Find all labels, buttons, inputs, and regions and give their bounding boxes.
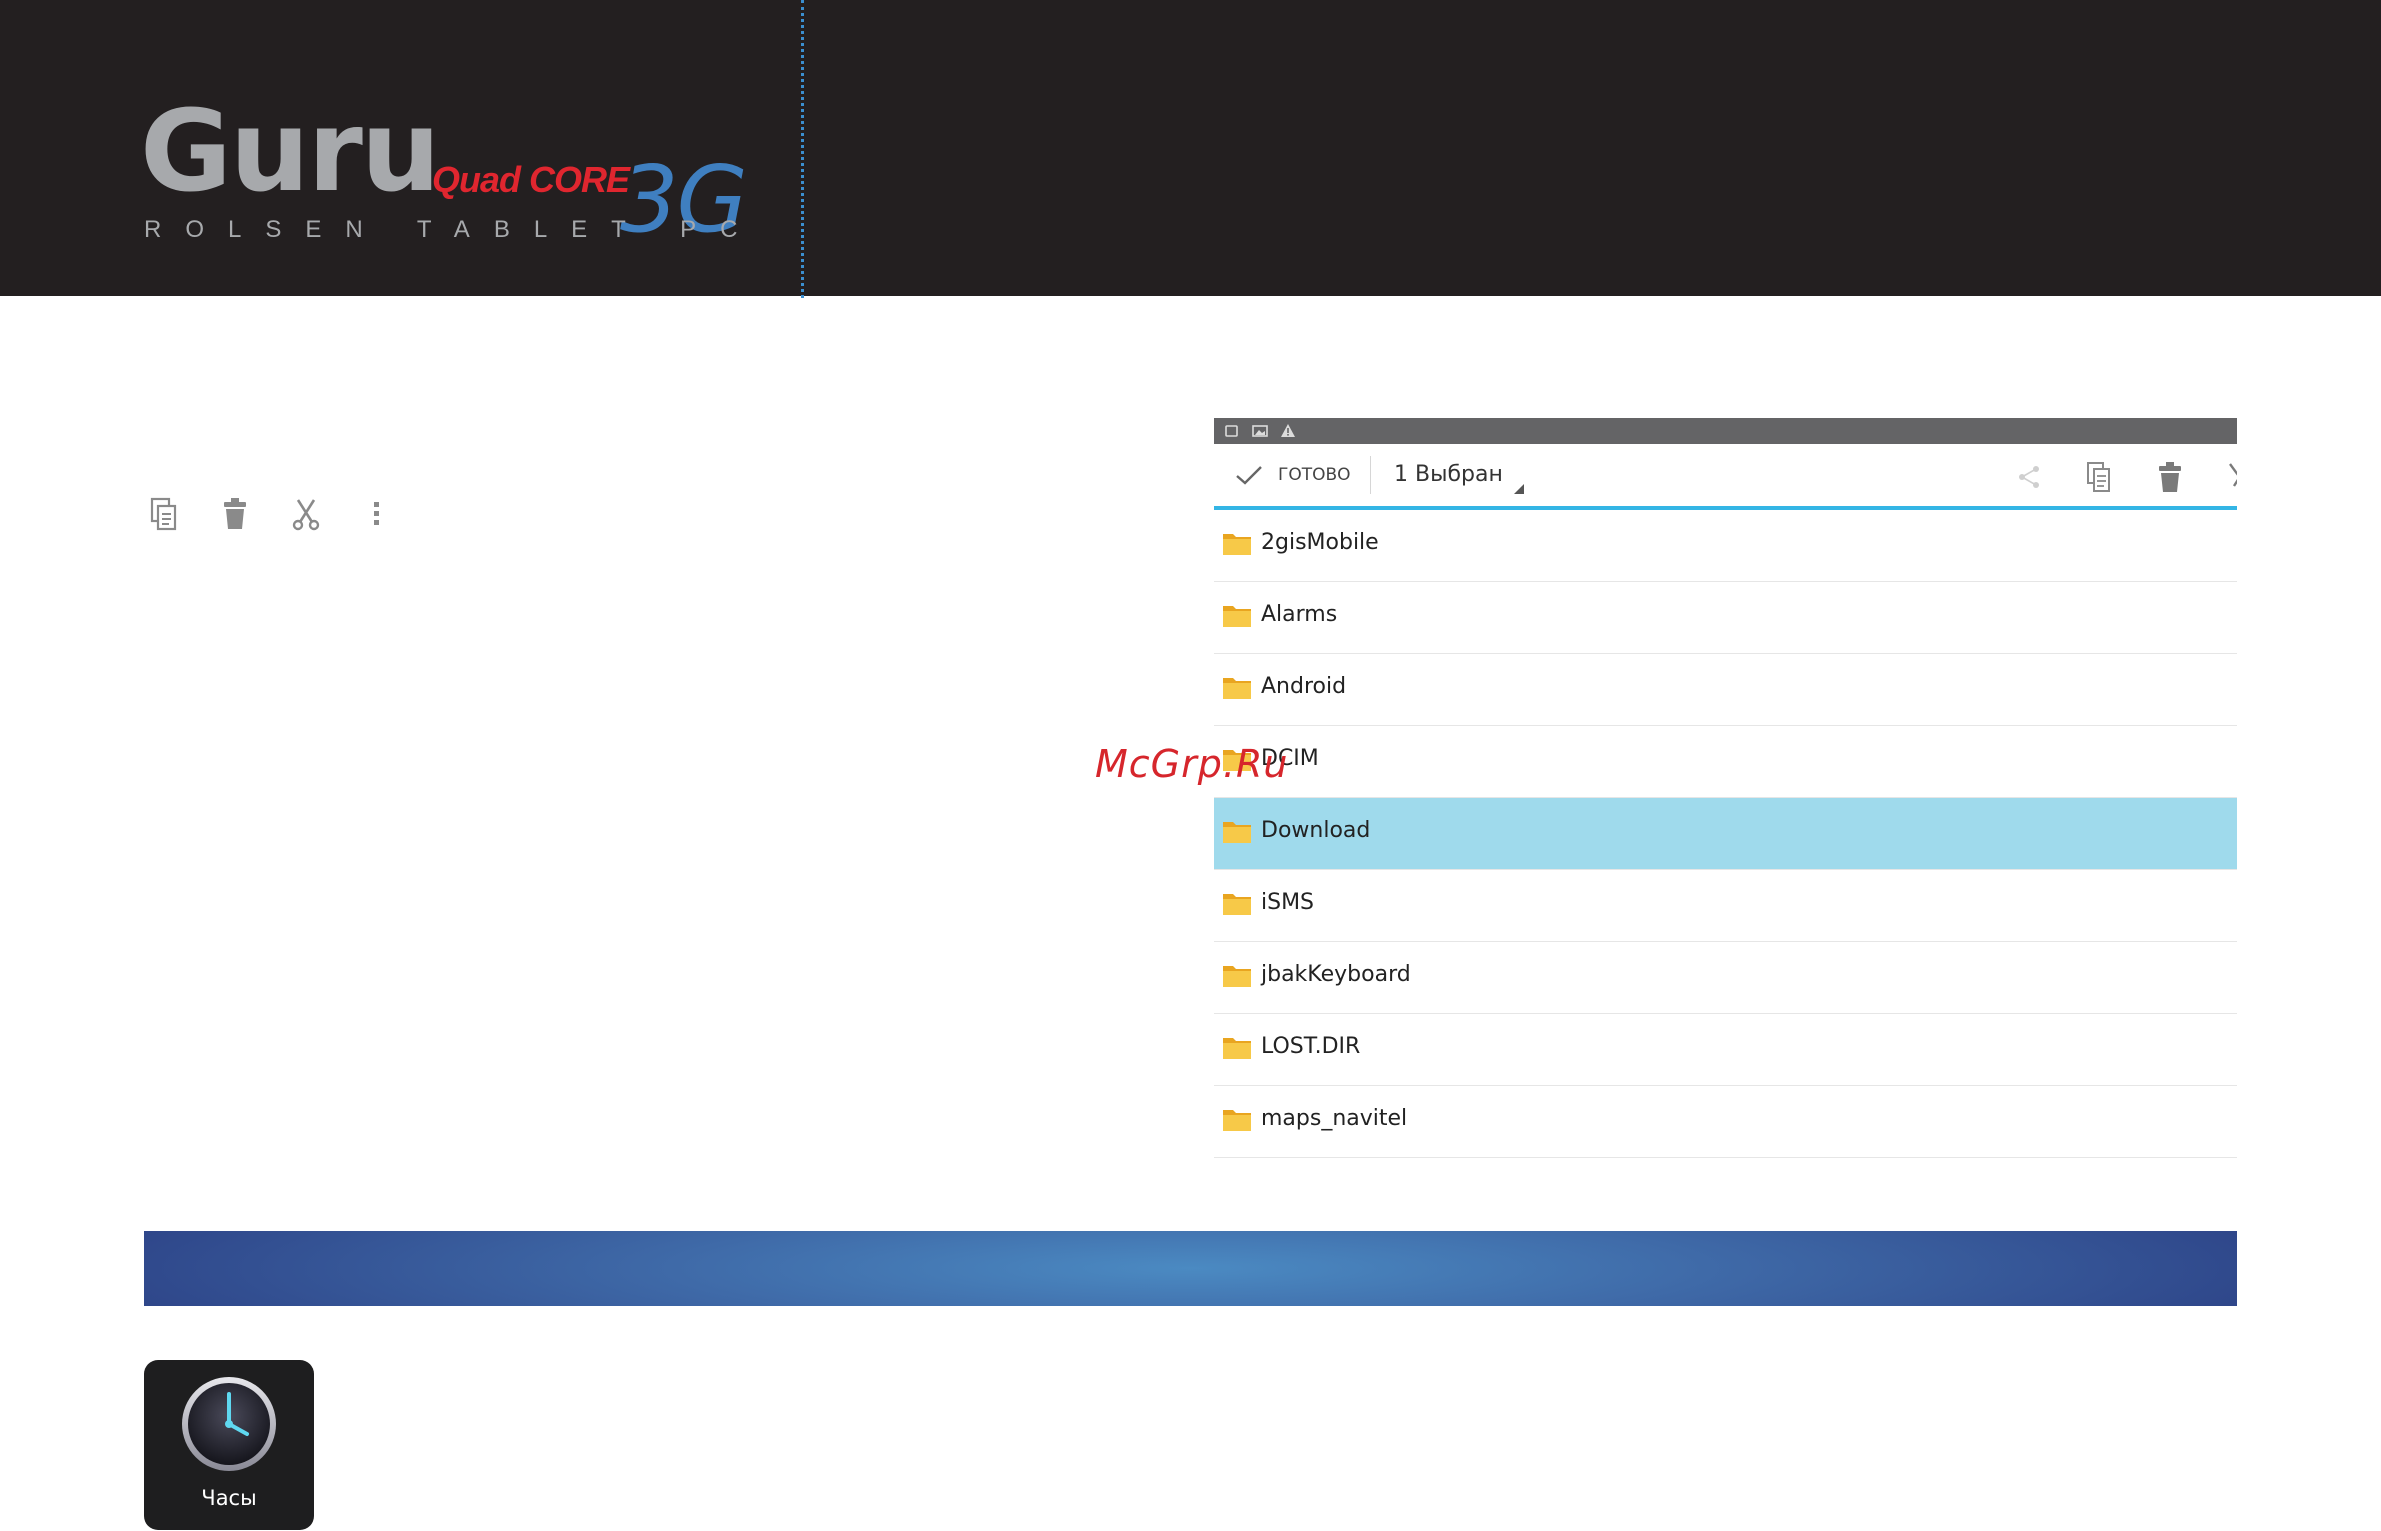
folder-icon xyxy=(1222,962,1252,988)
app-label: Часы xyxy=(201,1486,257,1510)
section-band xyxy=(144,1231,2237,1306)
share-icon[interactable] xyxy=(2014,460,2044,494)
folder-row[interactable]: Download xyxy=(1214,798,2237,870)
status-bar xyxy=(1214,418,2237,444)
page-header: Guru Quad CORE 3G ROLSEN TABLET PC xyxy=(0,0,2381,296)
brand-logo-text: Guru xyxy=(140,87,441,217)
brand-subtitle: ROLSEN TABLET PC xyxy=(144,216,762,243)
copy-icon[interactable] xyxy=(148,496,180,532)
watermark-text: McGrp.Ru xyxy=(1095,742,1289,786)
folder-name: LOST.DIR xyxy=(1261,1034,1361,1059)
overflow-menu-icon[interactable] xyxy=(361,496,393,532)
action-bar-separator xyxy=(1370,456,1371,494)
done-label: ГОТОВО xyxy=(1278,465,1351,485)
folder-row[interactable]: Alarms xyxy=(1214,582,2237,654)
folder-name: Download xyxy=(1261,818,1371,843)
scissors-icon[interactable] xyxy=(2226,460,2237,494)
manual-page: Guru Quad CORE 3G ROLSEN TABLET PC ГОТОВ… xyxy=(0,0,2381,1531)
folder-name: jbakKeyboard xyxy=(1261,962,1411,987)
file-manager-screenshot: ГОТОВО 1 Выбран 2gisMobile Alarms Android D… xyxy=(1214,418,2237,1158)
done-button[interactable]: ГОТОВО xyxy=(1234,458,1351,492)
folder-icon xyxy=(1222,674,1252,700)
folder-name: Android xyxy=(1261,674,1347,699)
trash-icon[interactable] xyxy=(219,496,251,532)
folder-icon xyxy=(1222,1106,1252,1132)
brand-quad-core: Quad CORE xyxy=(432,159,630,200)
folder-row[interactable]: jbakKeyboard xyxy=(1214,942,2237,1014)
folder-icon xyxy=(1222,890,1252,916)
folder-row[interactable]: iSMS xyxy=(1214,870,2237,942)
folder-row[interactable]: DCIM xyxy=(1214,726,2237,798)
folder-icon xyxy=(1222,602,1252,628)
folder-name: 2gisMobile xyxy=(1261,530,1379,555)
folder-row[interactable]: 2gisMobile xyxy=(1214,510,2237,582)
clock-app-icon[interactable]: Часы xyxy=(144,1360,314,1530)
folder-row[interactable]: LOST.DIR xyxy=(1214,1014,2237,1086)
header-dotted-divider xyxy=(801,0,804,298)
folder-icon xyxy=(1222,818,1252,844)
folder-name: iSMS xyxy=(1261,890,1315,915)
warning-icon xyxy=(1280,423,1296,439)
check-icon xyxy=(1236,466,1262,485)
clock-icon xyxy=(182,1377,276,1471)
copy-icon[interactable] xyxy=(2084,460,2114,494)
trash-icon[interactable] xyxy=(2155,460,2185,494)
folder-name: Alarms xyxy=(1261,602,1338,627)
folder-name: maps_navitel xyxy=(1261,1106,1408,1131)
gallery-icon xyxy=(1252,423,1268,439)
contextual-action-bar: ГОТОВО 1 Выбран xyxy=(1214,444,2237,510)
screenshot-icon xyxy=(1224,423,1240,439)
folder-icon xyxy=(1222,1034,1252,1060)
folder-icon xyxy=(1222,530,1252,556)
folder-row[interactable]: maps_navitel xyxy=(1214,1086,2237,1158)
dropdown-indicator-icon xyxy=(1514,484,1524,494)
scissors-icon[interactable] xyxy=(290,496,322,532)
selection-count-dropdown[interactable]: 1 Выбран xyxy=(1394,458,1503,492)
folder-list: 2gisMobile Alarms Android DCIM Download iSMS j… xyxy=(1214,510,2237,1158)
folder-row[interactable]: Android xyxy=(1214,654,2237,726)
